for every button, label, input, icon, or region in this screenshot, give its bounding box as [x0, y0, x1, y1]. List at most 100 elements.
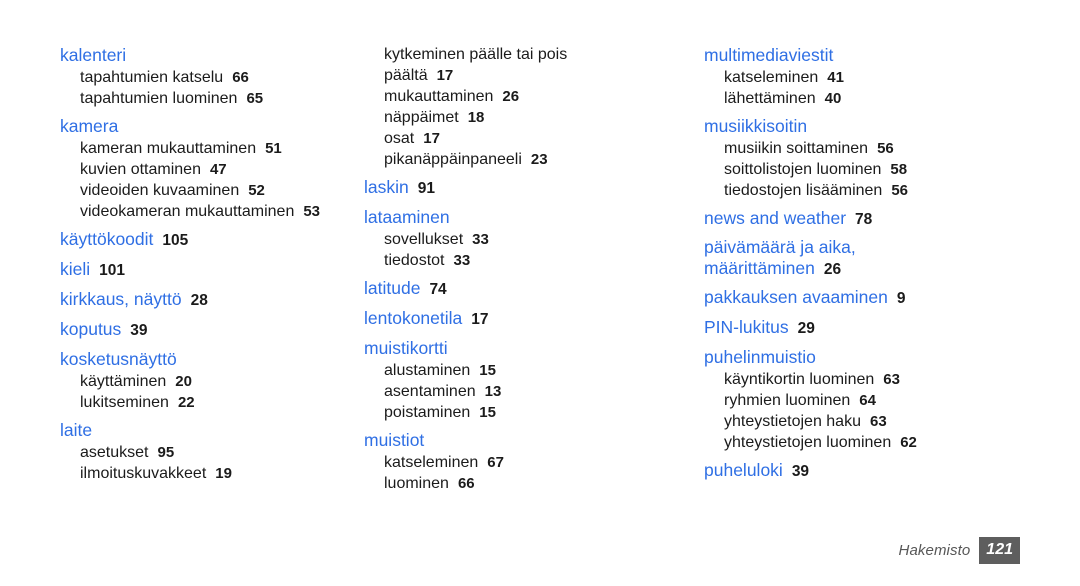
index-subitem-label: ryhmien luominen: [724, 392, 851, 409]
index-subitem-list: katseleminen 67 luominen 66: [364, 452, 662, 494]
index-entry-heading[interactable]: latitude 74: [364, 277, 662, 301]
index-entry-heading-label: lataaminen: [364, 207, 450, 227]
index-entry-heading-page: 39: [791, 463, 810, 480]
index-subitem[interactable]: yhteystietojen luominen 62: [704, 432, 1080, 453]
index-subitem[interactable]: luominen 66: [364, 473, 662, 494]
index-subitem[interactable]: tapahtumien luominen 65: [60, 88, 332, 109]
index-entry-heading[interactable]: laite: [60, 419, 332, 441]
index-subitem[interactable]: lukitseminen 22: [60, 392, 332, 413]
index-entry: kalenteri tapahtumien katselu 66 tapahtumie…: [60, 44, 332, 109]
index-subitem-page: 47: [209, 161, 227, 178]
index-subitem-label: käyntikortin luominen: [724, 371, 875, 388]
index-entry-heading-page: 39: [130, 322, 148, 339]
index-entry-heading[interactable]: musiikkisoitin: [704, 115, 1080, 137]
index-entry-heading[interactable]: lataaminen: [364, 206, 662, 228]
index-subitem[interactable]: osat 17: [364, 128, 662, 149]
index-entry: kosketusnäyttö käyttäminen 20 lukitseminen 2…: [60, 348, 332, 413]
index-subitem[interactable]: tiedostot 33: [364, 250, 662, 271]
index-entry-heading[interactable]: puhelinmuistio: [704, 346, 1080, 368]
index-entry: multimediaviestit katseleminen 41 lähettämi…: [704, 44, 1080, 109]
index-subitem-label: videoiden kuvaaminen: [80, 182, 240, 199]
index-entry-heading-label: kirkkaus, näyttö: [60, 289, 182, 309]
index-entry-heading[interactable]: puheluloki 39: [704, 459, 1080, 483]
index-subitem[interactable]: käyntikortin luominen 63: [704, 369, 1080, 390]
index-subitem-page: 26: [502, 88, 520, 105]
index-subitem-list: katseleminen 41 lähettäminen 40: [704, 67, 1080, 109]
index-subitem[interactable]: asetukset 95: [60, 442, 332, 463]
index-subitem[interactable]: mukauttaminen 26: [364, 86, 662, 107]
index-entry: muistikortti alustaminen 15 asentaminen 13 po…: [364, 337, 662, 423]
index-subitem[interactable]: kytkeminen päälle tai pois päältä 17: [364, 44, 612, 86]
index-subitem[interactable]: kameran mukauttaminen 51: [60, 138, 332, 159]
index-subitem[interactable]: näppäimet 18: [364, 107, 662, 128]
index-subitem[interactable]: yhteystietojen haku 63: [704, 411, 1080, 432]
index-subitem[interactable]: käyttäminen 20: [60, 371, 332, 392]
index-subitem[interactable]: musiikin soittaminen 56: [704, 138, 1080, 159]
index-entry-heading[interactable]: kirkkaus, näyttö 28: [60, 288, 332, 312]
index-subitem[interactable]: videoiden kuvaaminen 52: [60, 180, 332, 201]
index-subitem[interactable]: tiedostojen lisääminen 56: [704, 180, 1080, 201]
index-entry-heading-label: koputus: [60, 319, 122, 339]
index-entry-heading[interactable]: PIN-lukitus 29: [704, 316, 1080, 340]
index-subitem-page: 95: [157, 444, 175, 461]
index-entry-heading[interactable]: news and weather 78: [704, 207, 1080, 231]
index-subitem-label: asetukset: [80, 444, 149, 461]
index-subitem[interactable]: katseleminen 41: [704, 67, 1080, 88]
index-entry: käyttökoodit 105: [60, 228, 332, 252]
index-subitem-label: katseleminen: [724, 69, 819, 86]
index-entry-heading[interactable]: pakkauksen avaaminen 9: [704, 286, 1080, 310]
page-number-badge: 121: [979, 537, 1020, 564]
index-entry-heading-page: 9: [896, 290, 906, 307]
index-entry: musiikkisoitin musiikin soittaminen 56 soit…: [704, 115, 1080, 201]
index-subitem-label: musiikin soittaminen: [724, 140, 869, 157]
index-entry-heading[interactable]: laskin 91: [364, 176, 662, 200]
index-subitem-page: 66: [232, 69, 249, 86]
index-entry-heading[interactable]: lentokonetila 17: [364, 307, 662, 331]
index-subitem[interactable]: katseleminen 67: [364, 452, 662, 473]
index-subitem[interactable]: sovellukset 33: [364, 229, 662, 250]
index-subitem[interactable]: soittolistojen luominen 58: [704, 159, 1080, 180]
index-subitem[interactable]: alustaminen 15: [364, 360, 662, 381]
index-subitem-page: 15: [479, 362, 496, 379]
index-entry-heading[interactable]: kieli 101: [60, 258, 332, 282]
footer-section-label: Hakemisto: [898, 542, 971, 559]
index-entry-heading[interactable]: kosketusnäyttö: [60, 348, 332, 370]
index-subitem-label: luominen: [384, 475, 449, 492]
index-entry-heading[interactable]: käyttökoodit 105: [60, 228, 332, 252]
index-subitem[interactable]: ilmoituskuvakkeet 19: [60, 463, 332, 484]
index-subitem-page: 15: [479, 404, 496, 421]
index-entry-heading[interactable]: muistiot: [364, 429, 662, 451]
index-subitem[interactable]: kuvien ottaminen 47: [60, 159, 332, 180]
index-subitem[interactable]: pikanäppäinpaneeli 23: [364, 149, 662, 170]
index-entry-heading-page: 78: [855, 211, 873, 228]
index-columns: kalenteri tapahtumien katselu 66 tapahtumie…: [0, 44, 1080, 524]
index-subitem-label: tiedostot: [384, 252, 445, 269]
index-subitem-label: sovellukset: [384, 231, 464, 248]
index-subitem-page: 52: [248, 182, 265, 199]
index-entry-heading[interactable]: muistikortti: [364, 337, 662, 359]
index-subitem[interactable]: lähettäminen 40: [704, 88, 1080, 109]
index-entry: lataaminen sovellukset 33 tiedostot 33: [364, 206, 662, 271]
index-subitem[interactable]: poistaminen 15: [364, 402, 662, 423]
index-entry-heading-label: latitude: [364, 278, 421, 298]
index-subitem[interactable]: ryhmien luominen 64: [704, 390, 1080, 411]
index-entry-heading-page: 105: [162, 232, 189, 249]
index-entry-heading[interactable]: multimediaviestit: [704, 44, 1080, 66]
index-entry-heading[interactable]: päivämäärä ja aika, määrittäminen 26: [704, 237, 934, 280]
index-subitem-page: 56: [891, 182, 909, 199]
index-subitem-label: osat: [384, 130, 415, 147]
index-entry-heading[interactable]: kalenteri: [60, 44, 332, 66]
index-subitem-page: 13: [484, 383, 502, 400]
index-subitem[interactable]: videokameran mukauttaminen 53: [60, 201, 332, 222]
index-subitem[interactable]: asentaminen 13: [364, 381, 662, 402]
index-subitem-list: sovellukset 33 tiedostot 33: [364, 229, 662, 271]
index-subitem-list: alustaminen 15 asentaminen 13 poistaminen 15: [364, 360, 662, 423]
index-entry-heading[interactable]: kamera: [60, 115, 332, 137]
index-entry-heading[interactable]: koputus 39: [60, 318, 332, 342]
index-subitem[interactable]: tapahtumien katselu 66: [60, 67, 332, 88]
index-entry: laskin 91: [364, 176, 662, 200]
index-entry-heading-label: muistikortti: [364, 338, 448, 358]
index-subitem-page: 65: [246, 90, 264, 107]
index-entry: news and weather 78: [704, 207, 1080, 231]
index-entry: kirkkaus, näyttö 28: [60, 288, 332, 312]
